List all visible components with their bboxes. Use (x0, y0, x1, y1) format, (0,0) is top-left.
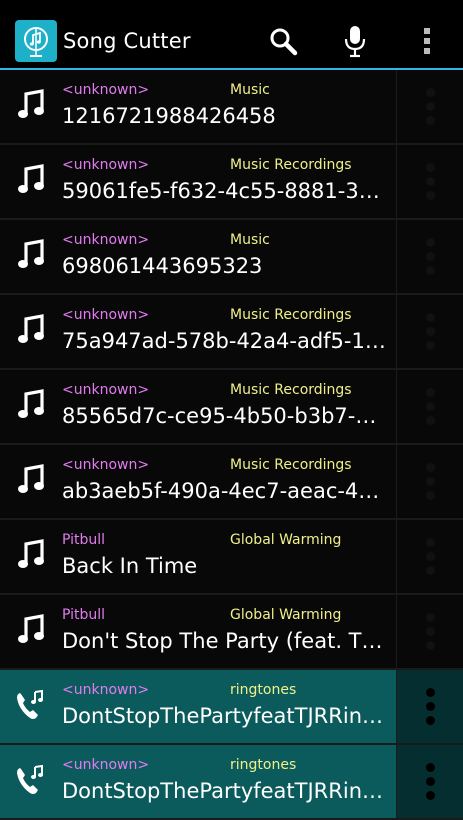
row-options-icon (426, 238, 435, 275)
song-artist: <unknown> (62, 307, 150, 323)
row-options-button[interactable] (396, 295, 463, 368)
overflow-menu-button[interactable] (400, 14, 454, 68)
search-icon (270, 28, 298, 56)
song-album: Global Warming (230, 532, 342, 548)
action-bar: Song Cutter (0, 14, 463, 68)
music-note-icon (14, 88, 48, 122)
row-options-icon (426, 538, 435, 575)
music-note-icon (14, 538, 48, 572)
row-options-icon (426, 88, 435, 125)
music-note-icon (14, 463, 48, 497)
row-options-button[interactable] (396, 220, 463, 293)
song-title: 1216721988426458 (62, 104, 276, 128)
music-note-icon (14, 238, 48, 272)
row-options-icon (426, 763, 435, 800)
song-artist: <unknown> (62, 232, 150, 248)
app-logo-icon[interactable] (15, 20, 57, 62)
song-album: ringtones (230, 757, 297, 773)
song-title: Don't Stop The Party (feat. TJR) (62, 629, 388, 653)
song-artist: Pitbull (62, 532, 106, 548)
row-options-button[interactable] (396, 70, 463, 143)
row-options-icon (426, 688, 435, 725)
row-options-button[interactable] (396, 745, 463, 818)
song-artist: <unknown> (62, 82, 150, 98)
song-title: DontStopThePartyfeatTJRRin… (62, 779, 384, 803)
row-options-button[interactable] (396, 670, 463, 743)
music-note-icon (14, 388, 48, 422)
voice-search-button[interactable] (328, 14, 382, 68)
app-title: Song Cutter (63, 29, 191, 53)
song-album: Music (230, 232, 270, 248)
music-note-icon (14, 613, 48, 647)
song-album: Global Warming (230, 607, 342, 623)
row-options-icon (426, 388, 435, 425)
status-bar (0, 0, 463, 14)
song-album: Music Recordings (230, 382, 352, 398)
song-album: Music Recordings (230, 307, 352, 323)
song-row[interactable]: <unknown> Music Recordings 59061fe5-f632… (0, 145, 463, 220)
music-note-icon (14, 163, 48, 197)
song-title: 59061fe5-f632-4c55-8881-3d… (62, 179, 388, 203)
song-list: <unknown> Music 1216721988426458 <unknow… (0, 70, 463, 820)
song-album: Music Recordings (230, 157, 352, 173)
song-title: 698061443695323 (62, 254, 263, 278)
song-artist: <unknown> (62, 682, 150, 698)
row-options-button[interactable] (396, 520, 463, 593)
song-artist: <unknown> (62, 457, 150, 473)
ringtone-phone-icon (14, 763, 48, 797)
song-row[interactable]: <unknown> Music Recordings 85565d7c-ce95… (0, 370, 463, 445)
row-options-icon (426, 613, 435, 650)
song-row[interactable]: <unknown> Music 698061443695323 (0, 220, 463, 295)
song-title: 85565d7c-ce95-4b50-b3b7-22… (62, 404, 388, 428)
song-artist: <unknown> (62, 382, 150, 398)
song-row[interactable]: Pitbull Global Warming Back In Time (0, 520, 463, 595)
song-row[interactable]: <unknown> Music Recordings 75a947ad-578b… (0, 295, 463, 370)
song-album: Music (230, 82, 270, 98)
song-artist: <unknown> (62, 757, 150, 773)
microphone-icon (344, 26, 366, 58)
row-options-button[interactable] (396, 145, 463, 218)
song-title: Back In Time (62, 554, 198, 578)
row-options-button[interactable] (396, 370, 463, 443)
ringtone-phone-icon (14, 688, 48, 722)
song-row[interactable]: Pitbull Global Warming Don't Stop The Pa… (0, 595, 463, 670)
song-title: 75a947ad-578b-42a4-adf5-17… (62, 329, 388, 353)
row-options-button[interactable] (396, 445, 463, 518)
row-options-icon (426, 163, 435, 200)
row-options-button[interactable] (396, 595, 463, 668)
song-row[interactable]: <unknown> ringtones DontStopThePartyfeat… (0, 745, 463, 820)
song-row[interactable]: <unknown> Music Recordings ab3aeb5f-490a… (0, 445, 463, 520)
row-options-icon (426, 463, 435, 500)
song-album: Music Recordings (230, 457, 352, 473)
search-button[interactable] (256, 14, 310, 68)
overflow-menu-icon (424, 28, 430, 54)
song-row[interactable]: <unknown> Music 1216721988426458 (0, 70, 463, 145)
song-artist: Pitbull (62, 607, 106, 623)
song-row[interactable]: <unknown> ringtones DontStopThePartyfeat… (0, 670, 463, 745)
song-album: ringtones (230, 682, 297, 698)
song-title: DontStopThePartyfeatTJRRin… (62, 704, 384, 728)
song-artist: <unknown> (62, 157, 150, 173)
music-note-icon (14, 313, 48, 347)
row-options-icon (426, 313, 435, 350)
song-title: ab3aeb5f-490a-4ec7-aeac-47… (62, 479, 388, 503)
